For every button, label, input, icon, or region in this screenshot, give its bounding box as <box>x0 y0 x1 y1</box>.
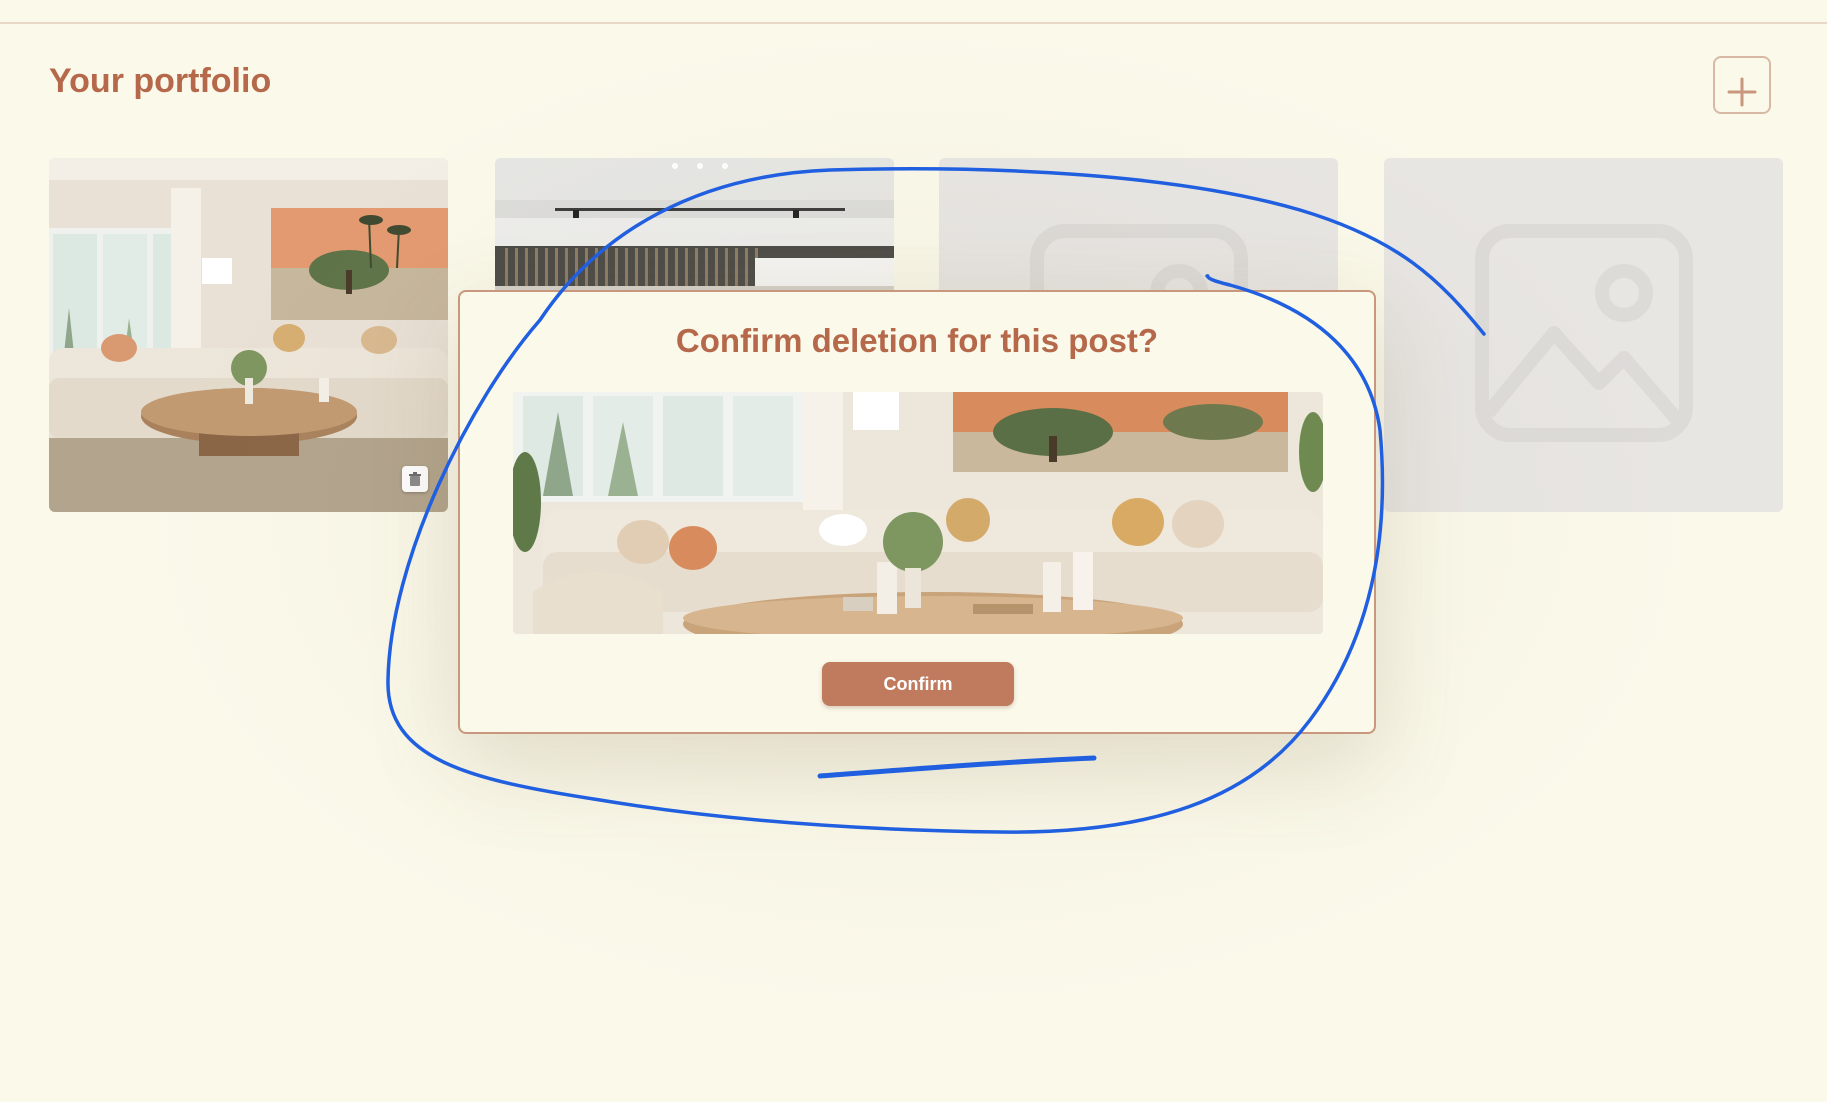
trash-icon <box>409 472 421 486</box>
top-divider <box>0 22 1827 24</box>
image-placeholder-icon <box>1474 223 1694 448</box>
add-post-button[interactable] <box>1713 56 1771 114</box>
delete-confirmation-dialog: Confirm deletion for this post? Confirm <box>458 290 1376 734</box>
dialog-title: Confirm deletion for this post? <box>675 322 1159 359</box>
living-room-photo <box>49 158 448 512</box>
post-preview-image <box>513 392 1323 634</box>
page-title: Your portfolio <box>49 62 272 100</box>
delete-button[interactable] <box>402 466 428 492</box>
confirm-button[interactable]: Confirm <box>822 662 1014 706</box>
portfolio-card-placeholder[interactable] <box>1384 158 1783 512</box>
plus-icon <box>1727 77 1757 106</box>
portfolio-card[interactable] <box>49 158 448 512</box>
